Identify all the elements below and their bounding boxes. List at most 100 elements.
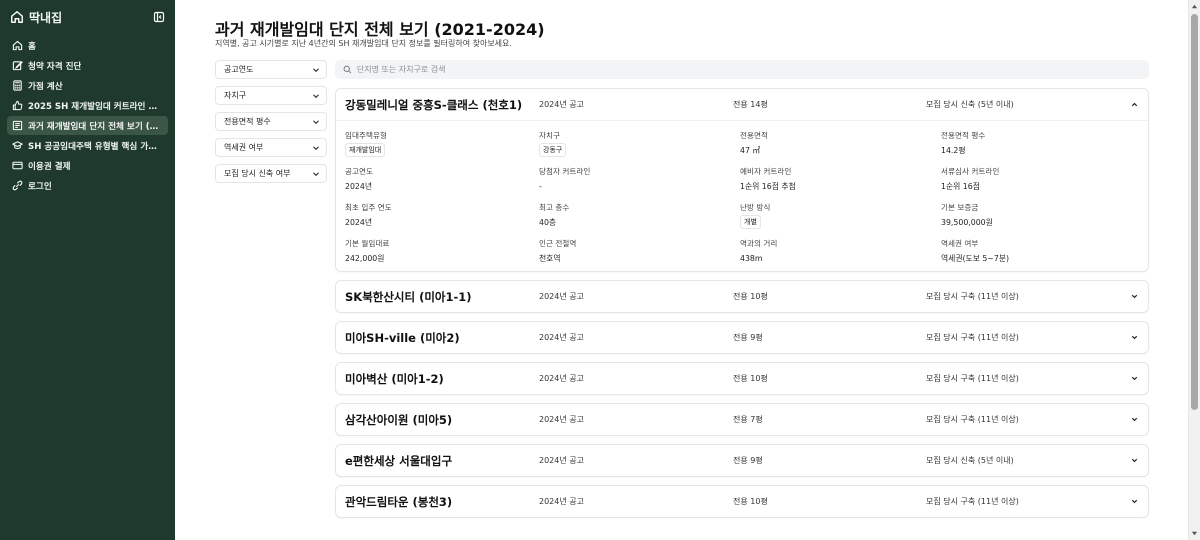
sidebar-item-login[interactable]: 로그인 [7,176,168,195]
complex-status: 모집 당시 구축 (11년 이상) [926,333,1019,342]
complex-name: 미아벽산 (미아1-2) [345,371,444,386]
detail-value: 2024년 [345,217,373,227]
filter-area[interactable]: 전용면적 평수 [215,112,327,131]
brand[interactable]: 딱내집 [0,2,175,32]
chevron-down-icon[interactable] [1130,333,1139,342]
search-icon [343,65,352,74]
filter-newbuild[interactable]: 모집 당시 신축 여부 [215,164,327,183]
chevron-up-icon[interactable] [1130,100,1139,109]
complex-card-header[interactable]: 삼각산아이원 (미아5) 2024년 공고 전용 7평 모집 당시 구축 (11… [336,404,1148,435]
chevron-down-icon [313,171,319,176]
detail-label: 서류심사 커트라인 [941,167,1000,176]
sidebar-collapse-icon[interactable] [153,11,165,23]
detail-value: 40층 [539,217,557,227]
complex-card: SK북한산시티 (미아1-1) 2024년 공고 전용 10평 모집 당시 구축… [335,280,1149,313]
sidebar: 딱내집 홈 청약 자격 진단 가점 계산 2025 SH 재개발임대 커트라인 … [0,0,175,540]
chevron-down-icon[interactable] [1130,497,1139,506]
scrollbar-thumb[interactable] [1191,14,1198,410]
chevron-down-icon[interactable] [1130,292,1139,301]
detail-field: 서류심사 커트라인 1순위 16점 [941,165,1141,193]
complex-name: e편한세상 서울대입구 [345,453,453,468]
complex-card-header[interactable]: 관악드림타운 (봉천3) 2024년 공고 전용 10평 모집 당시 구축 (1… [336,486,1148,517]
complex-card: 관악드림타운 (봉천3) 2024년 공고 전용 10평 모집 당시 구축 (1… [335,485,1149,518]
brand-title: 딱내집 [29,10,63,25]
link-icon [12,180,23,191]
filter-station[interactable]: 역세권 여부 [215,138,327,157]
detail-value: 1순위 16점 [941,181,980,191]
sidebar-item-past-complexes[interactable]: 과거 재개발임대 단지 전체 보기 (202... [7,116,168,135]
complex-status: 모집 당시 구축 (11년 이상) [926,292,1019,301]
complex-year: 2024년 공고 [539,456,584,465]
complex-name: 삼각산아이원 (미아5) [345,412,453,427]
complex-card-header[interactable]: e편한세상 서울대입구 2024년 공고 전용 9평 모집 당시 신축 (5년 … [336,445,1148,476]
detail-field: 전용면적 평수 14.2평 [941,129,1141,157]
detail-tag: 개별 [740,215,761,229]
scroll-down-arrow-icon[interactable] [1191,530,1198,537]
detail-field: 인근 전철역 천호역 [539,237,740,265]
thumbs-up-icon [12,100,23,111]
main-content: 과거 재개발임대 단지 전체 보기 (2021-2024) 지역별, 공고 시기… [175,0,1188,540]
edit-icon [12,61,23,71]
document-icon [12,120,23,131]
detail-value: 천호역 [539,253,561,263]
detail-value: 39,500,000원 [941,217,993,227]
detail-field: 전용면적 47 ㎡ [740,129,941,157]
sidebar-item-payment[interactable]: 이용권 결제 [7,156,168,175]
detail-field: 최초 입주 연도 2024년 [345,201,539,229]
chevron-down-icon[interactable] [1130,374,1139,383]
complex-name: 강동밀레니얼 중흥S-클래스 (천호1) [345,97,523,112]
sidebar-item-guide[interactable]: SH 공공임대주택 유형별 핵심 가이드 [7,136,168,155]
sidebar-item-label: 과거 재개발임대 단지 전체 보기 (202... [28,121,163,132]
complex-card-header[interactable]: 강동밀레니얼 중흥S-클래스 (천호1) 2024년 공고 전용 14평 모집 … [336,89,1148,120]
detail-label: 최고 층수 [539,203,570,212]
sidebar-item-label: 이용권 결제 [28,161,71,172]
page-scrollbar[interactable] [1188,0,1200,540]
sidebar-item-score[interactable]: 가점 계산 [7,76,168,95]
complex-year: 2024년 공고 [539,333,584,342]
detail-field: 자치구 강동구 [539,129,740,157]
chevron-down-icon[interactable] [1130,456,1139,465]
complex-area: 전용 14평 [733,100,768,109]
detail-value: 438m [740,253,763,263]
search-input[interactable] [356,65,1141,74]
complex-status: 모집 당시 구축 (11년 이상) [926,415,1019,424]
detail-label: 난방 방식 [740,203,771,212]
sidebar-item-label: 홈 [28,41,36,52]
filter-year[interactable]: 공고연도 [215,60,327,79]
sidebar-item-label: SH 공공임대주택 유형별 핵심 가이드 [28,141,163,152]
detail-label: 역세권 여부 [941,239,979,248]
complex-name: SK북한산시티 (미아1-1) [345,289,472,304]
filter-district[interactable]: 자치구 [215,86,327,105]
filter-label: 자치구 [224,91,247,100]
complex-card: 미아SH-ville (미아2) 2024년 공고 전용 9평 모집 당시 구축… [335,321,1149,354]
detail-label: 당첨자 커트라인 [539,167,591,176]
sidebar-item-cutline-analysis[interactable]: 2025 SH 재개발임대 커트라인 분석 ... [7,96,168,115]
complex-card-header[interactable]: 미아SH-ville (미아2) 2024년 공고 전용 9평 모집 당시 구축… [336,322,1148,353]
scroll-up-arrow-icon[interactable] [1191,3,1198,10]
detail-field: 난방 방식개별 [740,201,941,229]
detail-tag: 강동구 [539,143,567,157]
credit-card-icon [12,161,23,170]
detail-field: 기본 보증금 39,500,000원 [941,201,1141,229]
complex-area: 전용 9평 [733,456,763,465]
filter-label: 역세권 여부 [224,143,264,152]
page-title: 과거 재개발임대 단지 전체 보기 (2021-2024) [215,20,545,39]
home-icon [11,11,23,23]
chevron-down-icon [313,119,319,124]
sidebar-item-eligibility[interactable]: 청약 자격 진단 [7,56,168,75]
sidebar-item-home[interactable]: 홈 [7,36,168,55]
complex-status: 모집 당시 신축 (5년 이내) [926,456,1014,465]
detail-field: 공고연도 2024년 [345,165,539,193]
complex-card-header[interactable]: SK북한산시티 (미아1-1) 2024년 공고 전용 10평 모집 당시 구축… [336,281,1148,312]
complex-card: 미아벽산 (미아1-2) 2024년 공고 전용 10평 모집 당시 구축 (1… [335,362,1149,395]
complex-area: 전용 10평 [733,292,768,301]
complex-year: 2024년 공고 [539,374,584,383]
search-bar [335,60,1149,79]
chevron-down-icon[interactable] [1130,415,1139,424]
detail-label: 전용면적 [740,131,768,140]
complex-details: 임대주택유형 재개발임대 자치구 강동구 전용면적 47 ㎡ 전용면적 평수 14.2평… [336,120,1148,271]
detail-field: 최고 층수 40층 [539,201,740,229]
complex-year: 2024년 공고 [539,292,584,301]
detail-field: 역과의 거리 438m [740,237,941,265]
complex-card-header[interactable]: 미아벽산 (미아1-2) 2024년 공고 전용 10평 모집 당시 구축 (1… [336,363,1148,394]
